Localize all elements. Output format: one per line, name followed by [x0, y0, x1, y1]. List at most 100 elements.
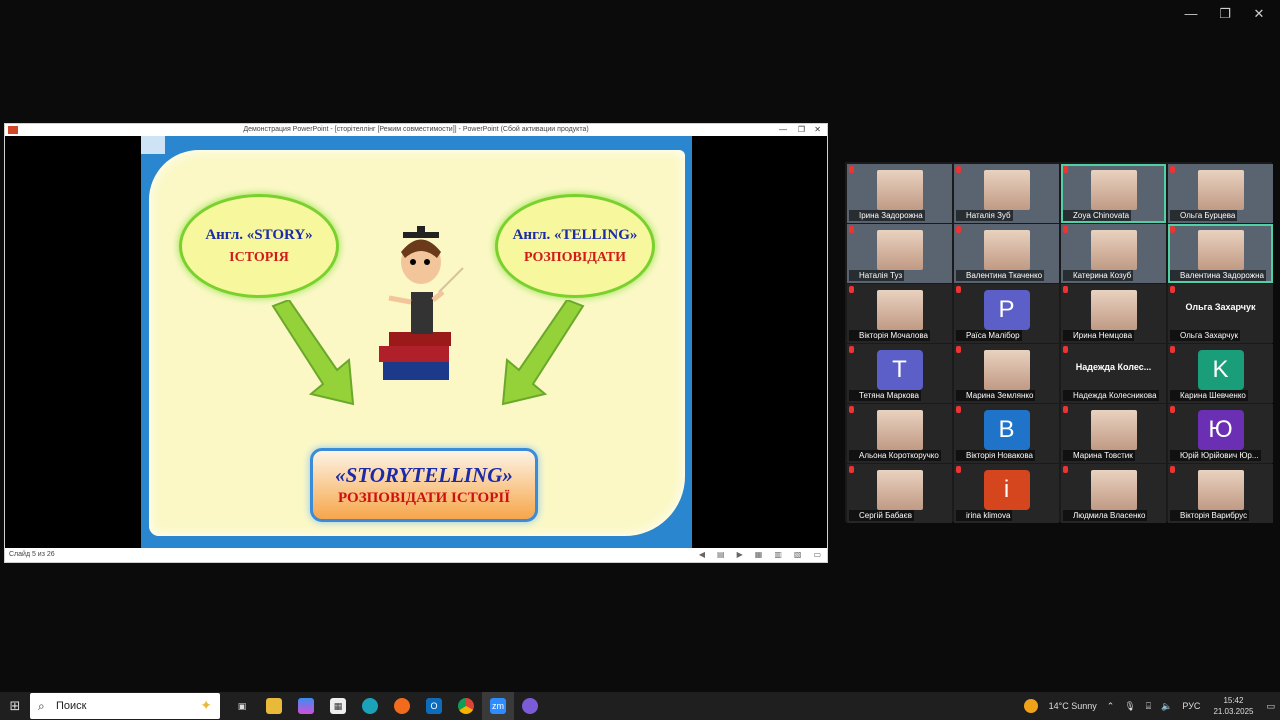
speaker-icon[interactable]: 🔈 [1161, 701, 1172, 712]
slide-stage: Англ. «STORY» ІСТОРІЯ Англ. «TELLING» РО… [5, 136, 827, 549]
slide-menu-icon[interactable]: ▤ [717, 548, 725, 562]
muted-mic-icon [1170, 286, 1175, 293]
muted-mic-icon [956, 286, 961, 293]
prev-slide-icon[interactable]: ◀ [699, 548, 705, 562]
ppt-restore-icon[interactable]: ❐ [798, 124, 805, 136]
language-indicator[interactable]: РУС [1182, 701, 1200, 711]
participant-tile[interactable]: Марина Землянко [954, 344, 1059, 403]
participant-tile[interactable]: Наталія Туз [847, 224, 952, 283]
participant-tile[interactable]: Сергій Бабаєв [847, 464, 952, 523]
muted-mic-icon [849, 346, 854, 353]
ppt-close-icon[interactable]: ✕ [814, 124, 821, 136]
view-controls: ◀ ▤ ▶ ▦ ▥ ▧ ▭ [699, 548, 821, 562]
weather-text[interactable]: 14°C Sunny [1049, 701, 1097, 711]
muted-mic-icon [849, 226, 854, 233]
muted-mic-icon [1063, 346, 1068, 353]
participant-tile[interactable]: Вікторія Мочалова [847, 284, 952, 343]
participant-tile[interactable]: T Тетяна Маркова [847, 344, 952, 403]
participant-gallery: Ірина Задорожна Наталія Зуб Zoya Chinovata… [845, 162, 1273, 523]
muted-mic-icon [849, 166, 854, 173]
muted-mic-icon [956, 466, 961, 473]
next-slide-icon[interactable]: ▶ [737, 548, 743, 562]
participant-avatar: T [876, 350, 923, 390]
maximize-button[interactable]: ❐ [1208, 4, 1242, 24]
copilot-icon[interactable] [290, 692, 322, 720]
desktop: — ❐ ✕ Демонстрация PowerPoint - [сторіте… [0, 0, 1280, 720]
microphone-icon[interactable]: 🎙 [1124, 701, 1135, 712]
participant-tile[interactable]: Валентина Ткаченко [954, 224, 1059, 283]
participant-tile[interactable]: Валентина Задорожна [1168, 224, 1273, 283]
ppt-minimize-icon[interactable]: — [779, 124, 787, 136]
participant-tile[interactable]: Ирина Немцова [1061, 284, 1166, 343]
minimize-button[interactable]: — [1174, 4, 1208, 24]
reading-view-icon[interactable]: ▧ [794, 548, 802, 562]
edge-icon[interactable] [354, 692, 386, 720]
outlook-icon[interactable]: O [418, 692, 450, 720]
participant-name: Ольга Бурцева [1170, 210, 1238, 221]
copilot-sparkle-icon: ✦ [200, 697, 212, 713]
participant-name: Надежда Колесникова [1063, 390, 1159, 401]
network-icon[interactable]: ⌸ [1146, 701, 1151, 712]
participant-tile[interactable]: Вікторія Варибрус [1168, 464, 1273, 523]
arrow-right-icon [501, 300, 585, 406]
file-explorer-icon[interactable] [258, 692, 290, 720]
participant-avatar: Ю [1197, 410, 1244, 450]
participant-tile[interactable]: Альона Короткоручко [847, 404, 952, 463]
normal-view-icon[interactable]: ▦ [755, 548, 763, 562]
participant-tile[interactable]: Zoya Chinovata [1061, 164, 1166, 223]
system-tray: 14°C Sunny ⌃ 🎙 ⌸ 🔈 РУС 15:42 21.03.2025 … [1023, 692, 1280, 720]
slideshow-view-icon[interactable]: ▭ [813, 548, 821, 562]
participant-tile[interactable]: Марина Товстик [1061, 404, 1166, 463]
participant-photo [1090, 410, 1137, 450]
participant-name: Ольга Захарчук [1170, 330, 1240, 341]
taskbar-apps: ▣ ▦ O zm [226, 692, 546, 720]
search-icon: ⌕ [38, 698, 45, 713]
slide[interactable]: Англ. «STORY» ІСТОРІЯ Англ. «TELLING» РО… [141, 136, 692, 549]
participant-photo [876, 470, 923, 510]
storytelling-title: «STORYTELLING» [335, 463, 513, 487]
task-view-icon[interactable]: ▣ [226, 692, 258, 720]
tray-chevron-icon[interactable]: ⌃ [1107, 701, 1115, 712]
muted-mic-icon [1063, 166, 1068, 173]
telling-translation: РОЗПОВІДАТИ [523, 249, 627, 265]
chrome-icon[interactable] [450, 692, 482, 720]
windows-start-icon[interactable]: ⊞ [0, 692, 30, 720]
messenger-icon[interactable] [514, 692, 546, 720]
muted-mic-icon [956, 346, 961, 353]
participant-photo [876, 290, 923, 330]
firefox-icon[interactable] [386, 692, 418, 720]
participant-tile[interactable]: Катерина Козуб [1061, 224, 1166, 283]
participant-tile[interactable]: Ольга Бурцева [1168, 164, 1273, 223]
participant-tile[interactable]: i irina klimova [954, 464, 1059, 523]
muted-mic-icon [1170, 166, 1175, 173]
sorter-view-icon[interactable]: ▥ [774, 548, 782, 562]
zoom-icon[interactable]: zm [482, 692, 514, 720]
participant-name: Ірина Задорожна [849, 210, 925, 221]
participant-tile[interactable]: Ольга Захарчук Ольга Захарчук [1168, 284, 1273, 343]
participant-name: Ирина Немцова [1063, 330, 1135, 341]
participant-photo [1090, 290, 1137, 330]
participant-tile[interactable]: P Раїса Малібор [954, 284, 1059, 343]
participant-tile[interactable]: B Вікторія Новакова [954, 404, 1059, 463]
taskbar: ⊞ ⌕ Поиск ✦ ▣ ▦ O zm 14°C Sunny ⌃ 🎙 ⌸ 🔈 … [0, 692, 1280, 720]
participant-photo [876, 170, 923, 210]
clock[interactable]: 15:42 21.03.2025 [1213, 695, 1253, 717]
participant-tile[interactable]: Людмила Власенко [1061, 464, 1166, 523]
participant-photo [1197, 170, 1244, 210]
notifications-icon[interactable]: ▭ [1266, 701, 1275, 712]
powerpoint-titlebar: Демонстрация PowerPoint - [сторітеллінг … [5, 124, 827, 136]
muted-mic-icon [1063, 286, 1068, 293]
participant-tile[interactable]: Наталія Зуб [954, 164, 1059, 223]
participant-tile[interactable]: K Карина Шевченко [1168, 344, 1273, 403]
powerpoint-title: Демонстрация PowerPoint - [сторітеллінг … [243, 126, 589, 133]
participant-name: Zoya Chinovata [1063, 210, 1132, 221]
participant-name: Наталія Туз [849, 270, 905, 281]
participant-tile[interactable]: Ірина Задорожна [847, 164, 952, 223]
muted-mic-icon [956, 406, 961, 413]
participant-avatar: i [983, 470, 1030, 510]
participant-tile[interactable]: Надежда Колес... Надежда Колесникова [1061, 344, 1166, 403]
store-icon[interactable]: ▦ [322, 692, 354, 720]
participant-tile[interactable]: Ю Юрій Юрійович Юр... [1168, 404, 1273, 463]
taskbar-search[interactable]: ⌕ Поиск ✦ [30, 693, 220, 719]
close-button[interactable]: ✕ [1242, 4, 1276, 24]
